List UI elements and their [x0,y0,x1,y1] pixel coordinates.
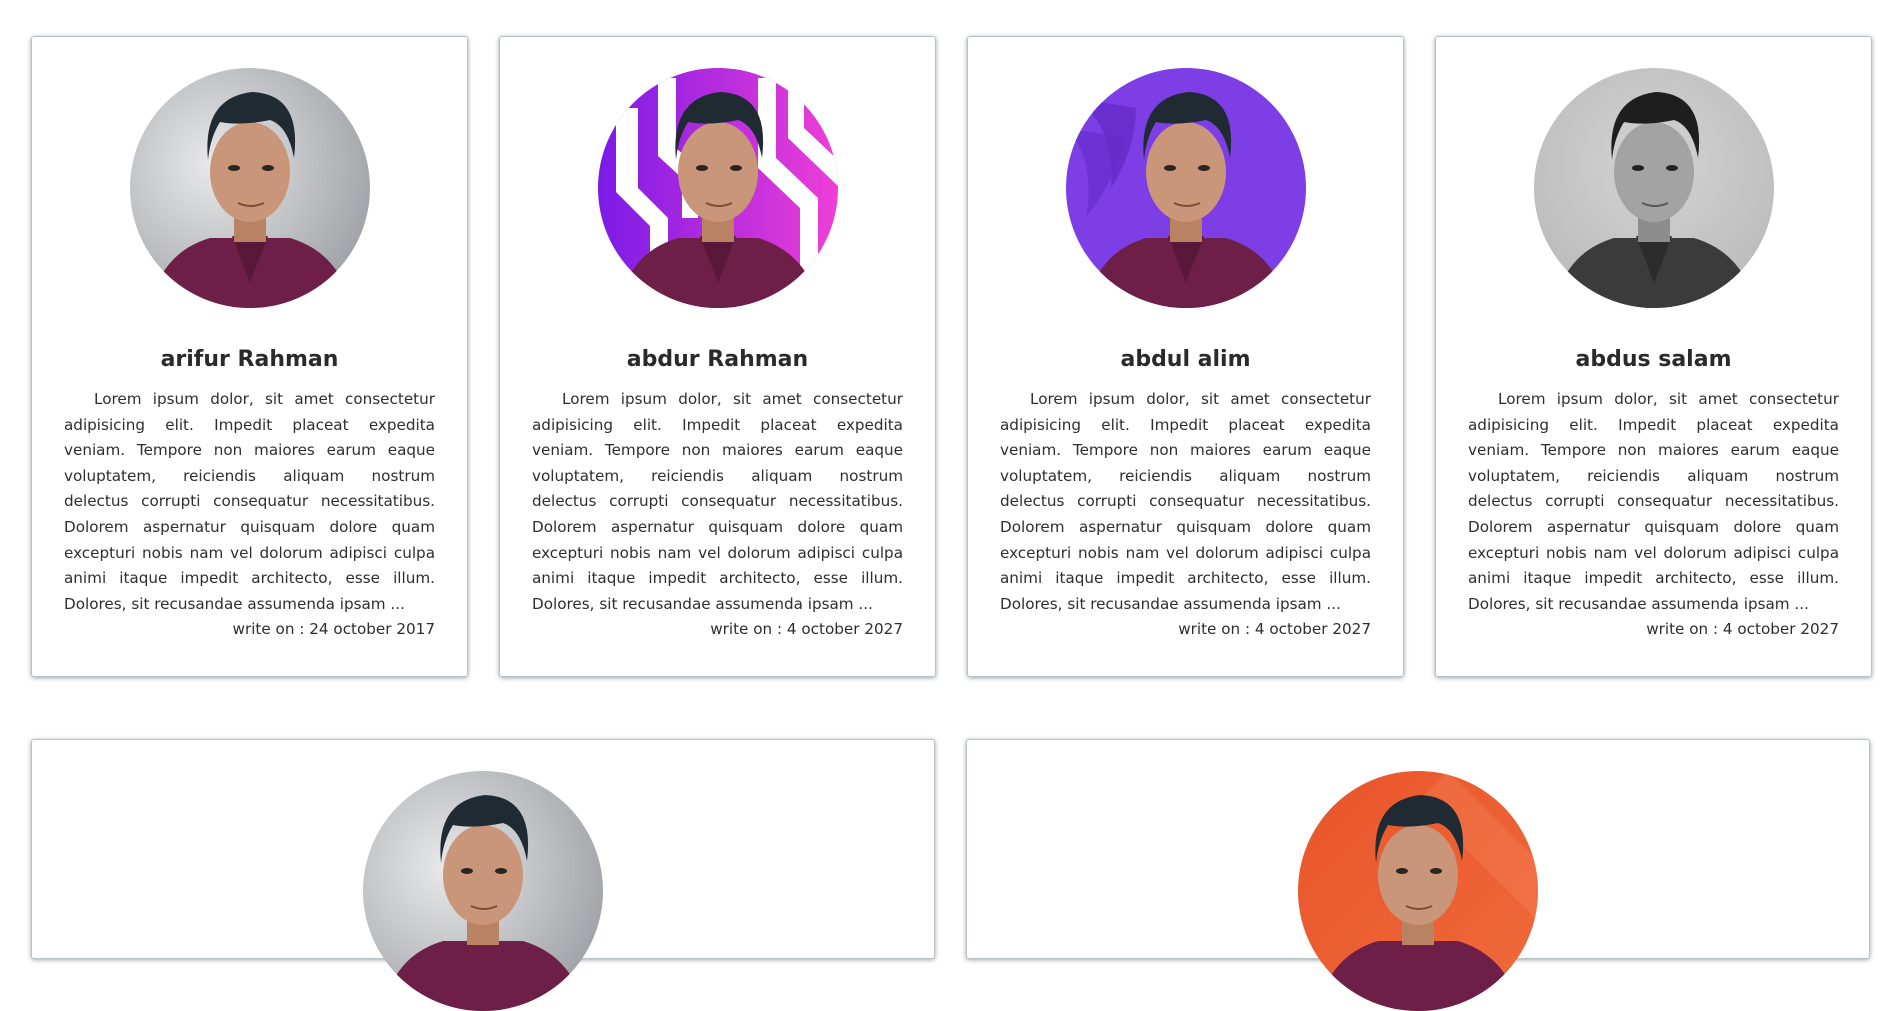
profile-card-wide [966,739,1870,1011]
profile-description: Lorem ipsum dolor, sit amet consectetur … [64,390,435,613]
profile-name: abdus salam [1575,347,1732,372]
profile-name: abdul alim [1120,347,1251,372]
profile-photo [1298,771,1538,1011]
post-date: write on : 4 october 2027 [710,620,903,639]
post-date: write on : 24 october 2017 [232,620,435,639]
profile-card-wide [31,739,935,1011]
profile-photo [129,68,370,308]
post-date: write on : 4 october 2027 [1646,620,1839,639]
profile-photo [1065,68,1306,308]
profile-card: abdur Rahman Lorem ipsum dolor, sit amet… [499,36,936,677]
profile-description: Lorem ipsum dolor, sit amet consectetur … [1000,390,1371,613]
profile-card: abdus salam Lorem ipsum dolor, sit amet … [1435,36,1872,677]
profile-name: arifur Rahman [160,347,339,372]
profile-card: arifur Rahman Lorem ipsum dolor, sit ame… [31,36,468,677]
profile-photo [597,68,838,308]
profile-description: Lorem ipsum dolor, sit amet consectetur … [1468,390,1839,613]
profile-name: abdur Rahman [626,347,809,372]
profile-description: Lorem ipsum dolor, sit amet consectetur … [532,390,903,613]
profile-photo [363,771,603,1011]
profile-card: abdul alim Lorem ipsum dolor, sit amet c… [967,36,1404,677]
post-date: write on : 4 october 2027 [1178,620,1371,639]
profile-photo [1533,68,1774,308]
